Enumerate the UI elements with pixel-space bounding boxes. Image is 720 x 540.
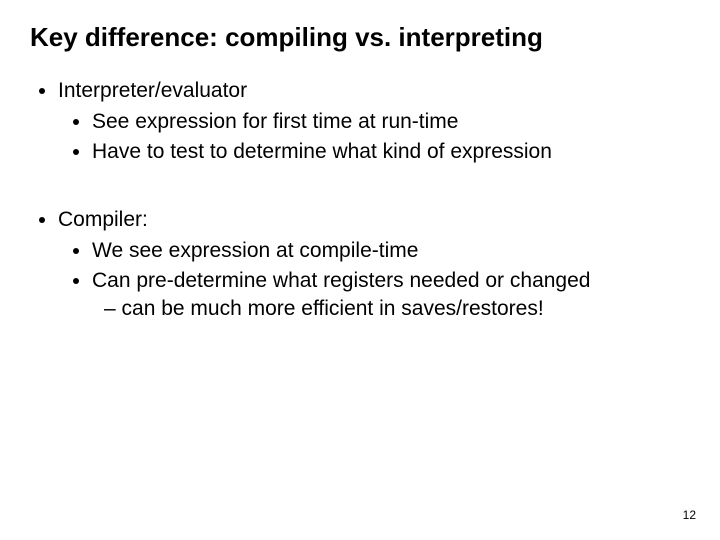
list-item: Interpreter/evaluator See expression for…: [58, 77, 690, 166]
section-heading: Compiler:: [58, 208, 148, 231]
bullet-list: Interpreter/evaluator See expression for…: [30, 77, 690, 166]
page-number: 12: [683, 508, 696, 522]
list-item: Have to test to determine what kind of e…: [92, 138, 690, 166]
bullet-text: Can pre-determine what registers needed …: [92, 269, 590, 292]
slide-title: Key difference: compiling vs. interpreti…: [30, 22, 690, 53]
sub-list: See expression for first time at run-tim…: [58, 108, 690, 167]
dash-continuation: – can be much more efficient in saves/re…: [92, 295, 690, 323]
list-item: Can pre-determine what registers needed …: [92, 267, 690, 324]
sub-list: We see expression at compile-time Can pr…: [58, 237, 690, 324]
list-item: We see expression at compile-time: [92, 237, 690, 265]
section-heading: Interpreter/evaluator: [58, 79, 247, 102]
slide: Key difference: compiling vs. interpreti…: [0, 0, 720, 540]
list-item: Compiler: We see expression at compile-t…: [58, 206, 690, 323]
bullet-list: Compiler: We see expression at compile-t…: [30, 206, 690, 323]
list-item: See expression for first time at run-tim…: [92, 108, 690, 136]
spacer: [30, 170, 690, 206]
